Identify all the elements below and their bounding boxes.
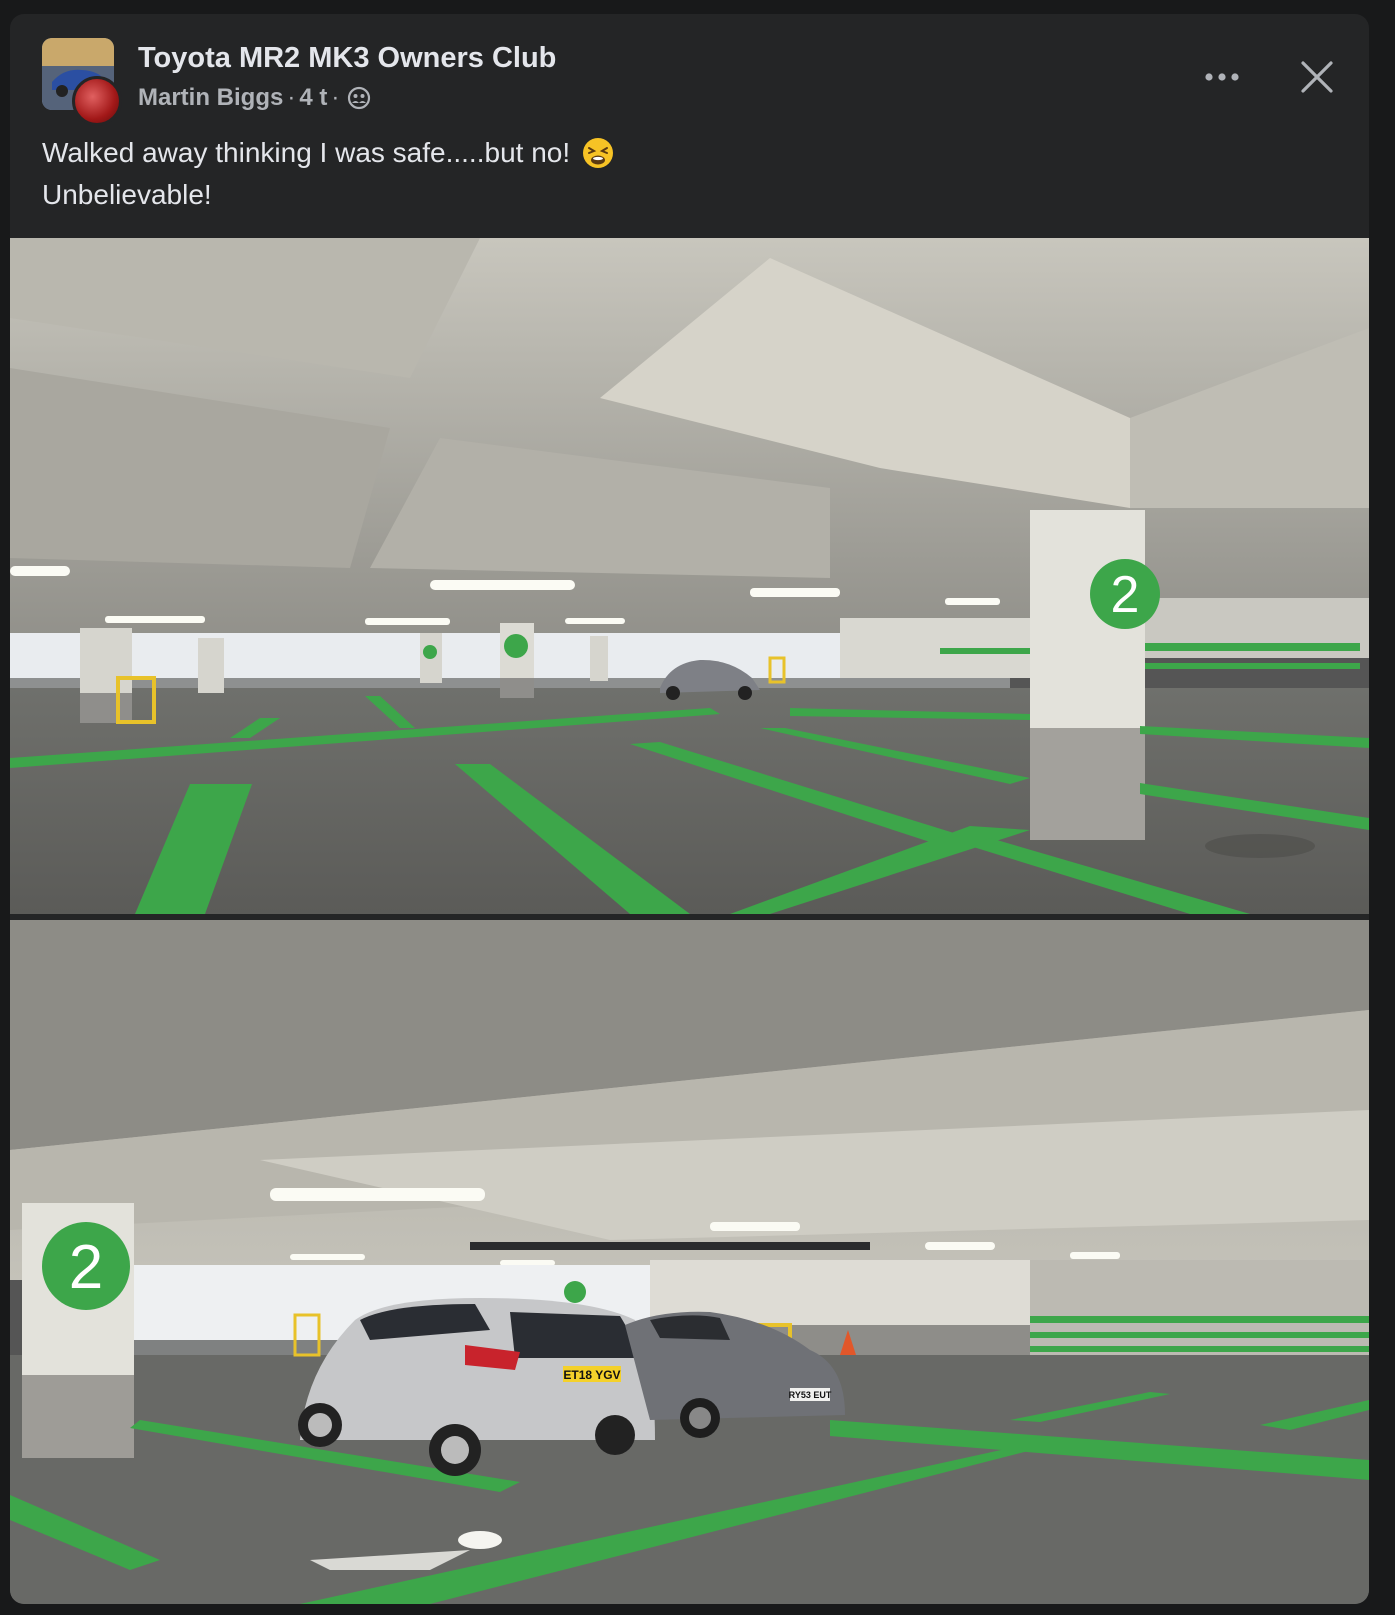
post-message: Walked away thinking I was safe.....but … <box>42 132 614 216</box>
license-plate: ET18 YGV <box>563 1368 620 1382</box>
post-header: Toyota MR2 MK3 Owners Club Martin Biggs … <box>10 14 1369 224</box>
meta-separator: · <box>287 84 296 111</box>
car-park-photo-1[interactable]: 2 <box>10 238 1369 914</box>
weary-face-emoji-icon <box>582 137 614 169</box>
license-plate: RY53 EUT <box>789 1390 832 1400</box>
post-dialog: Toyota MR2 MK3 Owners Club Martin Biggs … <box>10 14 1369 1604</box>
close-icon <box>1300 60 1334 99</box>
group-name-link[interactable]: Toyota MR2 MK3 Owners Club <box>138 42 556 75</box>
post-text-line-2: Unbelievable! <box>42 179 212 210</box>
car-park-photo-2[interactable]: 2 ET18 YGV RY53 EUT <box>10 920 1369 1604</box>
pillar-number: 2 <box>69 1233 103 1302</box>
close-button[interactable] <box>1292 54 1342 104</box>
author-avatar <box>72 76 122 126</box>
more-options-button[interactable] <box>1200 56 1244 100</box>
more-horizontal-icon <box>1204 69 1240 87</box>
post-text-line-1: Walked away thinking I was safe.....but … <box>42 137 571 168</box>
pillar-number: 2 <box>1111 566 1140 624</box>
group-members-icon <box>347 86 371 110</box>
post-time-link[interactable]: 4 t <box>299 84 327 112</box>
author-name-link[interactable]: Martin Biggs <box>138 84 283 112</box>
avatar[interactable] <box>42 38 122 126</box>
post-meta: Martin Biggs · 4 t · <box>138 84 371 112</box>
meta-separator: · <box>331 84 340 111</box>
